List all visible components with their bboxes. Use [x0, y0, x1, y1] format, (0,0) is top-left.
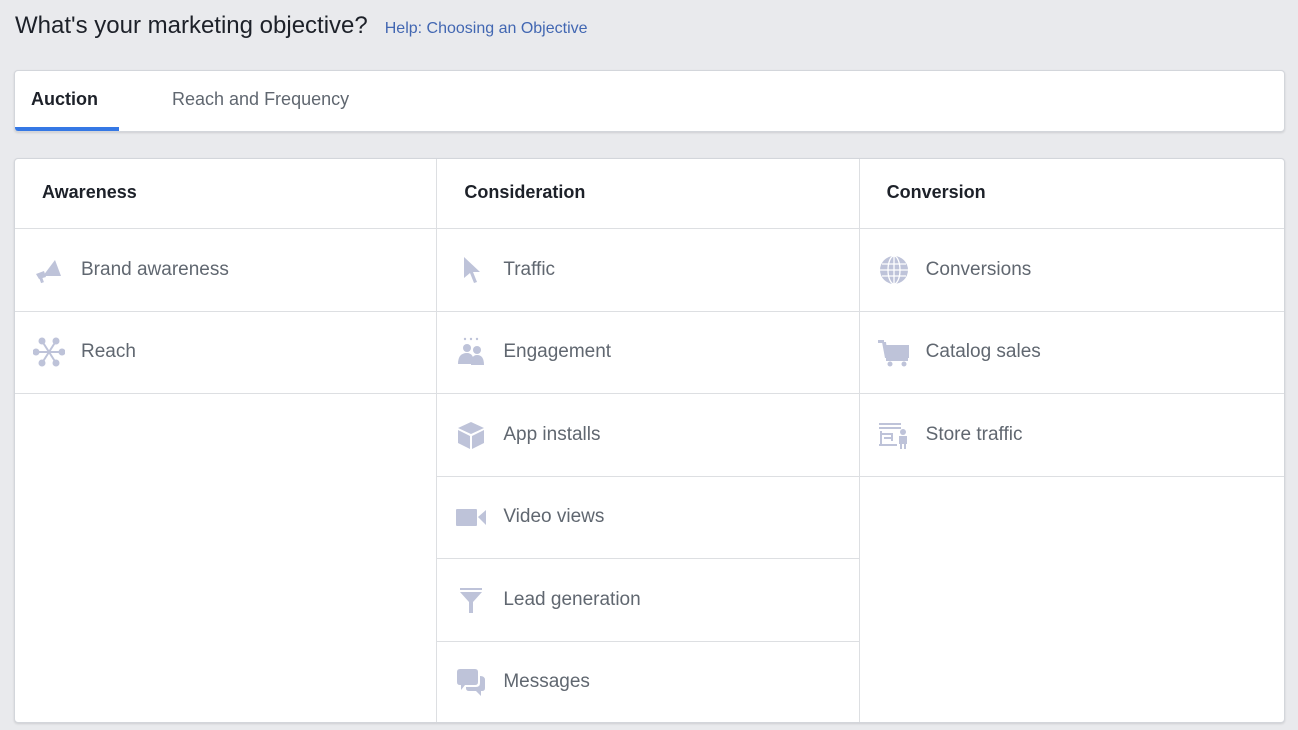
objective-label: Traffic — [503, 258, 556, 280]
tab-auction[interactable]: Auction — [15, 71, 119, 131]
people-icon — [454, 335, 488, 369]
objective-traffic[interactable]: Traffic — [437, 229, 859, 312]
objective-reach[interactable]: Reach — [15, 312, 437, 394]
objective-label: Conversions — [925, 258, 1032, 280]
objective-label: Brand awareness — [81, 258, 229, 280]
objective-video-views[interactable]: Video views — [437, 477, 859, 559]
objective-engagement[interactable]: Engagement — [437, 312, 859, 394]
objective-label: Catalog sales — [925, 341, 1041, 363]
objective-catalog-sales[interactable]: Catalog sales — [859, 312, 1284, 394]
tab-reach-and-frequency[interactable]: Reach and Frequency — [172, 71, 349, 131]
title-row: What's your marketing objective? Help: C… — [15, 12, 588, 40]
megaphone-icon — [32, 253, 66, 287]
objective-label: Store traffic — [925, 423, 1023, 445]
objective-lead-generation[interactable]: Lead generation — [437, 559, 859, 642]
objectives-grid: Awareness Brand awareness Reach Consider… — [14, 158, 1285, 723]
network-icon — [32, 335, 66, 369]
column-awareness: Awareness Brand awareness Reach — [15, 159, 438, 722]
objective-label: Video views — [503, 506, 605, 528]
video-camera-icon — [454, 500, 488, 534]
page-title: What's your marketing objective? — [15, 12, 368, 39]
objective-label: Reach — [81, 341, 136, 363]
help-link[interactable]: Help: Choosing an Objective — [385, 20, 588, 38]
objective-type-tabs: Auction Reach and Frequency — [14, 70, 1285, 132]
globe-icon — [877, 253, 911, 287]
objective-conversions[interactable]: Conversions — [859, 229, 1284, 312]
column-header: Conversion — [859, 159, 1284, 229]
objective-brand-awareness[interactable]: Brand awareness — [15, 229, 437, 312]
objective-store-traffic[interactable]: Store traffic — [859, 394, 1284, 477]
objective-app-installs[interactable]: App installs — [437, 394, 859, 477]
column-consideration: Consideration Traffic Engagement App ins… — [437, 159, 860, 723]
column-conversion: Conversion Conversions Catalog sales Sto… — [859, 159, 1284, 722]
objective-label: Messages — [503, 671, 590, 693]
funnel-icon — [454, 583, 488, 617]
objective-messages[interactable]: Messages — [437, 642, 858, 723]
store-icon — [877, 418, 911, 452]
cursor-icon — [454, 253, 488, 287]
objective-label: App installs — [503, 423, 601, 445]
box-icon — [454, 418, 488, 452]
column-header: Awareness — [15, 159, 437, 229]
chat-bubbles-icon — [454, 665, 488, 699]
objective-label: Lead generation — [503, 588, 641, 610]
column-header: Consideration — [437, 159, 859, 229]
objective-label: Engagement — [503, 341, 612, 363]
cart-icon — [877, 335, 911, 369]
